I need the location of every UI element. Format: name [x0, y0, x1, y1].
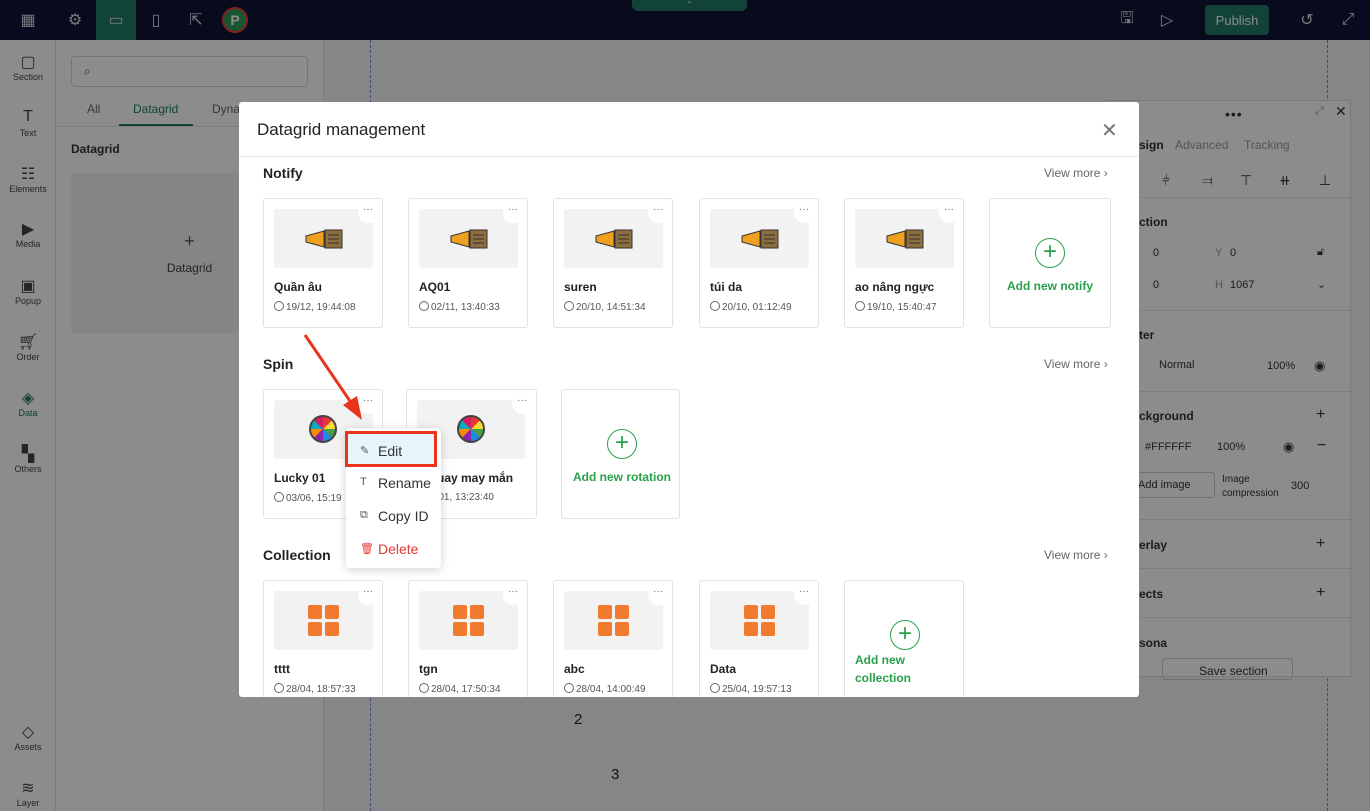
collection-thumbnail	[419, 591, 518, 650]
notify-card[interactable]: ··· Quần âu 19/12, 19:44:08	[263, 198, 383, 328]
add-circle-icon: +	[890, 620, 920, 650]
add-rotation-button[interactable]: + Add new rotation	[561, 389, 680, 519]
more-options-icon[interactable]: ···	[512, 394, 532, 414]
card-name: Lucky 01	[274, 471, 326, 485]
card-name: abc	[564, 662, 585, 676]
add-collection-label: Add new collection	[855, 653, 912, 685]
collection-thumbnail	[564, 591, 663, 650]
collection-card[interactable]: ··· tttt 28/04, 18:57:33	[263, 580, 383, 697]
clock-icon	[710, 683, 720, 693]
add-circle-icon: +	[1035, 238, 1065, 268]
card-name: Quần âu	[274, 280, 323, 294]
card-date: 28/04, 17:50:34	[419, 683, 501, 695]
notify-thumbnail	[855, 209, 954, 268]
notify-card[interactable]: ··· AQ01 02/11, 13:40:33	[408, 198, 528, 328]
card-date: 02/11, 13:40:33	[419, 301, 500, 313]
clock-icon	[419, 301, 429, 311]
card-date: 20/10, 01:12:49	[710, 301, 792, 313]
edit-icon: ✎	[360, 445, 370, 457]
add-notify-label: Add new notify	[1007, 279, 1093, 293]
collection-card[interactable]: ··· tgn 28/04, 17:50:34	[408, 580, 528, 697]
card-name: ao nâng ngực	[855, 280, 935, 294]
card-date: 28/04, 18:57:33	[274, 683, 356, 695]
more-options-icon[interactable]: ···	[648, 203, 668, 223]
collection-thumbnail	[274, 591, 373, 650]
spin-wheel-icon	[457, 415, 485, 443]
collection-grid-icon	[598, 605, 629, 636]
add-circle-icon: +	[607, 429, 637, 459]
clock-icon	[564, 301, 574, 311]
collection-grid-icon	[308, 605, 339, 636]
menu-item-rename[interactable]: T Rename	[346, 468, 441, 498]
more-options-icon[interactable]: ···	[794, 585, 814, 605]
card-date: 20/10, 14:51:34	[564, 301, 646, 313]
megaphone-icon	[741, 229, 779, 249]
add-collection-button[interactable]: + Add new collection	[844, 580, 964, 697]
megaphone-icon	[886, 229, 924, 249]
clock-icon	[855, 301, 865, 311]
card-name: Data	[710, 662, 737, 676]
section-title-spin: Spin	[263, 356, 294, 372]
clock-icon	[274, 492, 284, 502]
collection-card[interactable]: ··· abc 28/04, 14:00:49	[553, 580, 673, 697]
clock-icon	[274, 683, 284, 693]
menu-item-copy-id[interactable]: ⧉ Copy ID	[346, 501, 441, 531]
more-options-icon[interactable]: ···	[939, 203, 959, 223]
card-name: tttt	[274, 662, 290, 676]
notify-thumbnail	[564, 209, 663, 268]
notify-card[interactable]: ··· ao nâng ngực 19/10, 15:40:47	[844, 198, 964, 328]
view-more-collection[interactable]: View more ›	[1044, 548, 1108, 562]
card-date: 25/04, 19:57:13	[710, 683, 792, 695]
view-more-spin[interactable]: View more ›	[1044, 357, 1108, 371]
collection-grid-icon	[453, 605, 484, 636]
card-context-menu: ✎ Edit T Rename ⧉ Copy ID 🗑︎ Delete	[345, 428, 441, 568]
card-name: tgn	[419, 662, 438, 676]
collection-grid-icon	[744, 605, 775, 636]
card-date: 28/04, 14:00:49	[564, 683, 646, 695]
section-title-collection: Collection	[263, 547, 331, 563]
more-options-icon[interactable]: ···	[648, 585, 668, 605]
copy-icon: ⧉	[360, 509, 368, 521]
more-options-icon[interactable]: ···	[503, 585, 523, 605]
more-options-icon[interactable]: ···	[503, 203, 523, 223]
card-date: 19/10, 15:40:47	[855, 301, 937, 313]
notify-thumbnail	[710, 209, 809, 268]
add-rotation-label: Add new rotation	[573, 470, 671, 484]
more-options-icon[interactable]: ···	[794, 203, 814, 223]
card-name: túi da	[710, 280, 742, 294]
megaphone-icon	[305, 229, 343, 249]
menu-item-delete[interactable]: 🗑︎ Delete	[346, 534, 441, 564]
clock-icon	[564, 683, 574, 693]
megaphone-icon	[595, 229, 633, 249]
trash-icon: 🗑︎	[360, 543, 374, 555]
card-date: 19/12, 19:44:08	[274, 301, 356, 313]
spin-wheel-icon	[309, 415, 337, 443]
notify-thumbnail	[274, 209, 373, 268]
menu-item-edit[interactable]: ✎ Edit	[345, 431, 437, 467]
section-title-notify: Notify	[263, 165, 303, 181]
close-icon[interactable]: ✕	[1101, 118, 1118, 143]
modal-title: Datagrid management	[257, 120, 426, 139]
card-name: AQ01	[419, 280, 451, 294]
more-options-icon[interactable]: ···	[358, 585, 378, 605]
add-notify-button[interactable]: + Add new notify	[989, 198, 1111, 328]
view-more-notify[interactable]: View more ›	[1044, 166, 1108, 180]
rename-icon: T	[360, 476, 367, 488]
more-options-icon[interactable]: ···	[358, 203, 378, 223]
more-options-icon[interactable]: ···	[358, 394, 378, 414]
notify-thumbnail	[419, 209, 518, 268]
clock-icon	[274, 301, 284, 311]
collection-card[interactable]: ··· Data 25/04, 19:57:13	[699, 580, 819, 697]
megaphone-icon	[450, 229, 488, 249]
clock-icon	[710, 301, 720, 311]
notify-card[interactable]: ··· túi da 20/10, 01:12:49	[699, 198, 819, 328]
datagrid-management-modal: Datagrid management ✕ Notify View more ›…	[239, 102, 1139, 697]
notify-card[interactable]: ··· suren 20/10, 14:51:34	[553, 198, 673, 328]
modal-header: Datagrid management ✕	[239, 102, 1139, 157]
card-date: 03/06, 15:19	[274, 492, 342, 504]
collection-thumbnail	[710, 591, 809, 650]
clock-icon	[419, 683, 429, 693]
card-name: suren	[564, 280, 597, 294]
